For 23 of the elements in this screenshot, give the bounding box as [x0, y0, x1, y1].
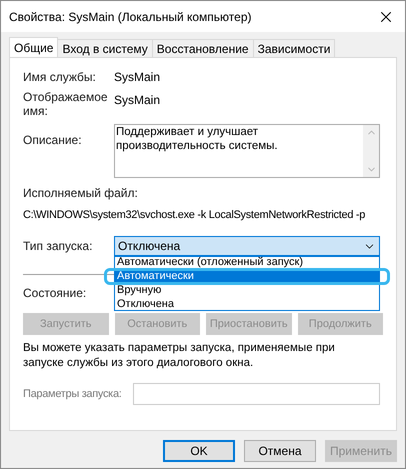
field-value: C:\WINDOWS\system32\svchost.exe -k LocalSystemNetworkRestricted -p [23, 209, 366, 221]
tab[interactable]: Вход в систему [57, 39, 153, 57]
dialog-button[interactable]: OK [163, 440, 235, 462]
field-label: Состояние: [23, 286, 86, 300]
dialog-button[interactable]: Отмена [244, 440, 316, 462]
field-label: Имя службы: [23, 69, 97, 86]
tab[interactable]: Общие [9, 37, 58, 58]
dropdown-option[interactable]: Вручную [115, 285, 379, 296]
field-label: Тип запуска: [23, 238, 94, 255]
note-text: Вы можете указать параметры запуска, применяемые при запуске службы из этого диалогового окна. [23, 341, 336, 371]
description-box[interactable]: Поддерживает и улучшает производительность системы. [114, 124, 380, 178]
field-value: SysMain [114, 69, 160, 86]
field-label: Описание: [23, 132, 83, 149]
dropdown-option[interactable]: Автоматически [115, 271, 379, 282]
dropdown-option[interactable]: Отключена [115, 299, 379, 310]
dropdown-option[interactable]: Автоматически (отложенный запуск) [115, 257, 379, 268]
window-title: Свойства: SysMain (Локальный компьютер) [9, 8, 252, 26]
description-text: Поддерживает и улучшает производительность системы. [115, 125, 279, 154]
field-value: SysMain [114, 92, 160, 109]
startup-type-select[interactable]: Отключена [114, 236, 380, 256]
field-label: Исполняемый файл: [23, 186, 138, 200]
tab[interactable]: Зависимости [252, 39, 336, 57]
field-label: Параметры запуска: [23, 386, 123, 402]
